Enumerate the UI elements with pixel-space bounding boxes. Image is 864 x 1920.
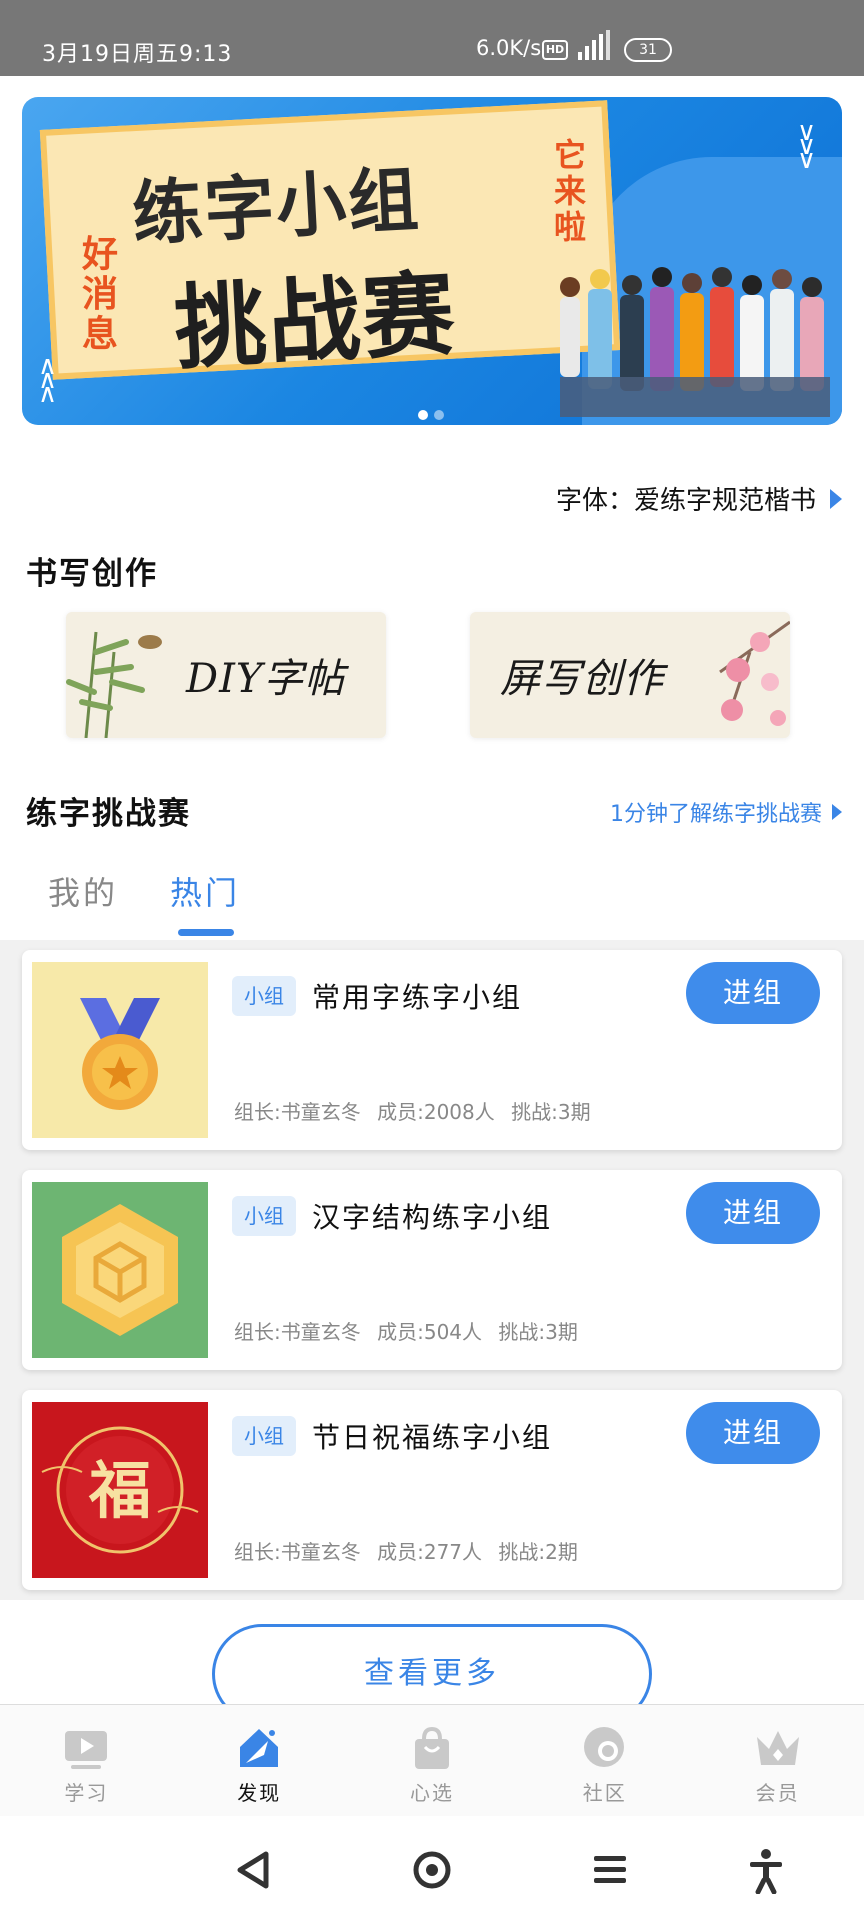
community-icon [583,1727,624,1767]
join-group-button[interactable]: 进组 [686,1402,820,1464]
nav-item-discover[interactable]: 发现 [173,1705,346,1816]
banner-carousel[interactable]: 练字小组 挑战赛 好消息 它来啦 ∨ ∨ ∨ ∧ ∧ ∧ [22,97,842,425]
menu-icon[interactable] [586,1846,634,1894]
group-period: 挑战:2期 [498,1540,578,1564]
chevrons-down-icon: ∨ ∨ ∨ [796,117,816,175]
nav-label: 心选 [409,1781,454,1805]
chevron-right-icon [830,488,842,509]
fu-icon: 福 [32,1402,208,1578]
cube-icon [32,1182,208,1358]
fu-character: 福 [88,1454,151,1527]
bamboo-bird-icon [66,631,162,738]
screen-writing-card[interactable]: 屏写创作 [470,612,790,738]
chevron-right-icon [832,804,842,820]
section-title-challenge: 练字挑战赛 [26,796,191,832]
group-name: 汉字结构练字小组 [312,1201,553,1234]
join-group-button[interactable]: 进组 [686,962,820,1024]
group-meta: 组长:书童玄冬 成员:2008人 挑战:3期 [234,1096,601,1125]
blossom-icon [719,620,790,726]
group-period: 挑战:3期 [498,1320,578,1344]
banner-title-line2: 挑战赛 [171,260,460,383]
screen-writing-label: 屏写创作 [500,656,664,702]
challenge-intro-link[interactable]: 1分钟了解练字挑战赛 [610,796,842,828]
nav-label: 社区 [582,1781,627,1805]
group-members: 成员:2008人 [377,1100,495,1124]
carousel-dot-active[interactable] [418,410,428,420]
group-members: 成员:504人 [377,1320,483,1344]
nav-label: 发现 [237,1781,282,1805]
banner-tag-right: 它来啦 [554,136,587,246]
discover-icon [240,1729,279,1767]
group-leader: 组长:书童玄冬 [234,1100,361,1124]
group-name: 常用字练字小组 [312,981,523,1014]
home-icon[interactable] [408,1846,456,1894]
people-illustration [560,267,830,417]
carousel-dot[interactable] [434,410,444,420]
status-bar: 3月19日周五9:13 6.0K/s HD 31 [0,0,864,76]
nav-item-community[interactable]: 社区 [518,1705,691,1816]
play-icon [65,1731,108,1769]
banner-title-line1: 练字小组 [130,158,423,256]
tab-mine[interactable]: 我的 [48,868,118,914]
group-period: 挑战:3期 [511,1100,591,1124]
bottom-nav: 学习 发现 心选 社区 会员 [0,1704,864,1816]
group-members: 成员:277人 [377,1540,483,1564]
tab-hot[interactable]: 热门 [170,868,240,936]
carousel-dots [418,405,450,424]
group-name: 节日祝福练字小组 [312,1421,553,1454]
group-badge: 小组 [232,1416,296,1456]
join-group-button[interactable]: 进组 [686,1182,820,1244]
diy-copybook-card[interactable]: DIY字帖 [66,612,386,738]
group-list: 小组 常用字练字小组 组长:书童玄冬 成员:2008人 挑战:3期 进组 小组 … [0,940,864,1600]
status-time: 3月19日周五9:13 [42,42,233,67]
banner-tag-left: 好消息 [82,234,119,355]
chevrons-up-icon: ∧ ∧ ∧ [38,351,58,409]
network-speed: 6.0K/s [476,36,542,60]
battery-icon: 31 [624,38,672,62]
challenge-intro-label: 1分钟了解练字挑战赛 [610,802,822,827]
medal-icon [32,962,208,1138]
crown-icon [756,1731,799,1765]
bag-icon [414,1726,449,1769]
group-card[interactable]: 小组 常用字练字小组 组长:书童玄冬 成员:2008人 挑战:3期 进组 [22,950,842,1150]
signal-icon [578,30,610,60]
group-meta: 组长:书童玄冬 成员:277人 挑战:2期 [234,1536,588,1565]
font-setting-label: 字体：爱练字规范楷书 [555,486,816,516]
group-card[interactable]: 福 小组 节日祝福练字小组 组长:书童玄冬 成员:277人 挑战:2期 进组 [22,1390,842,1590]
diy-copybook-label: DIY字帖 [186,656,346,702]
nav-item-study[interactable]: 学习 [0,1705,173,1816]
section-title-writing: 书写创作 [26,556,158,592]
font-setting[interactable]: 字体：爱练字规范楷书 [556,480,842,517]
group-badge: 小组 [232,976,296,1016]
challenge-tabs: 我的 热门 [48,868,240,936]
group-badge: 小组 [232,1196,296,1236]
group-meta: 组长:书童玄冬 成员:504人 挑战:3期 [234,1316,588,1345]
nav-label: 会员 [755,1781,800,1805]
nav-label: 学习 [64,1781,109,1805]
back-icon[interactable] [230,1846,278,1894]
system-nav-bar [0,1816,864,1920]
group-leader: 组长:书童玄冬 [234,1540,361,1564]
nav-item-select[interactable]: 心选 [346,1705,519,1816]
hd-icon: HD [542,40,568,60]
group-card[interactable]: 小组 汉字结构练字小组 组长:书童玄冬 成员:504人 挑战:3期 进组 [22,1170,842,1370]
accessibility-icon[interactable] [742,1846,790,1894]
group-leader: 组长:书童玄冬 [234,1320,361,1344]
nav-item-member[interactable]: 会员 [691,1705,864,1816]
